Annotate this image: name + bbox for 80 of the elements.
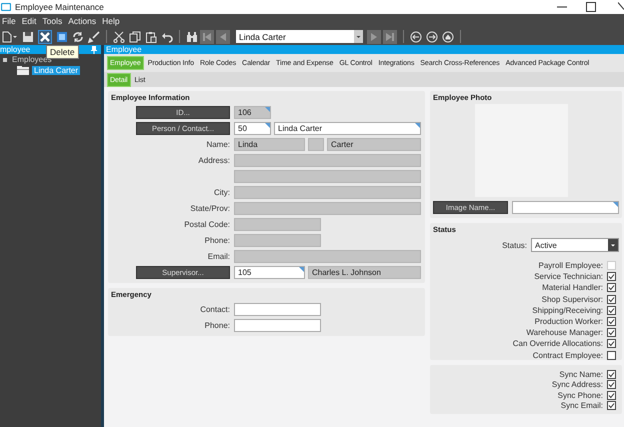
tooltip: Delete	[46, 45, 79, 59]
checkbox[interactable]	[607, 339, 616, 348]
checkbox-label: Contract Employee:	[532, 350, 603, 360]
app-icon	[1, 3, 11, 11]
status-dropdown[interactable]: Active	[531, 238, 619, 252]
checkbox-label: Can Override Allocations:	[512, 339, 603, 348]
checkbox[interactable]	[607, 370, 616, 379]
back-icon[interactable]	[410, 30, 422, 42]
save-icon[interactable]	[22, 30, 34, 42]
next-record-icon[interactable]	[367, 30, 381, 44]
input-field[interactable]	[512, 201, 619, 214]
field-label: Address:	[198, 156, 230, 164]
checkbox-label: Shop Supervisor:	[542, 294, 603, 304]
input-field[interactable]	[234, 318, 321, 332]
field-label: Postal Code:	[184, 220, 230, 228]
forward-icon[interactable]	[426, 30, 438, 42]
input-field[interactable]: Linda Carter	[274, 122, 421, 134]
corner-marker-icon	[265, 122, 270, 128]
checkbox-label: Warehouse Manager:	[526, 328, 603, 338]
input-field[interactable]: 105	[234, 266, 305, 278]
corner-marker-icon	[265, 106, 270, 112]
field-label: Email:	[208, 252, 230, 260]
home-icon[interactable]	[442, 30, 454, 42]
menu-item[interactable]: File	[2, 16, 16, 26]
field-label: Phone:	[204, 236, 230, 244]
copy-icon[interactable]	[129, 30, 141, 42]
record-search-field[interactable]: Linda Carter	[236, 30, 363, 43]
last-record-icon[interactable]	[383, 30, 397, 44]
checkbox[interactable]	[607, 350, 616, 360]
checkbox-label: Sync Address:	[552, 380, 603, 390]
undo-icon[interactable]	[161, 30, 173, 42]
checkbox-label: Shipping/Receiving:	[532, 306, 603, 315]
field-label: Status:	[502, 240, 527, 250]
brush-icon[interactable]	[88, 30, 100, 42]
checkbox[interactable]	[607, 328, 616, 338]
panel-title: Employee	[104, 45, 624, 54]
checkbox[interactable]	[607, 317, 616, 326]
field-label: State/Prov:	[190, 204, 230, 212]
input-field[interactable]	[234, 302, 321, 316]
new-document-icon[interactable]	[2, 30, 18, 42]
window-title: Employee Maintenance	[15, 2, 104, 12]
checkbox-label: Service Technician:	[534, 272, 603, 282]
checkbox-label: Payroll Employee:	[538, 261, 603, 270]
cut-icon[interactable]	[113, 30, 125, 42]
checkbox-label: Production Worker:	[534, 317, 603, 326]
menu-item[interactable]: Edit	[22, 16, 36, 26]
menu-item[interactable]: Actions	[68, 16, 96, 26]
field-label: City:	[214, 188, 230, 196]
checkbox-label: Material Handler:	[542, 283, 603, 292]
previous-record-icon[interactable]	[216, 30, 230, 44]
checkbox-label: Sync Phone:	[558, 390, 603, 400]
field-label: Contact:	[200, 304, 230, 314]
corner-marker-icon	[415, 122, 420, 128]
delete-icon[interactable]	[38, 30, 52, 44]
close-icon[interactable]	[618, 2, 624, 12]
document-icon[interactable]	[56, 30, 68, 42]
pin-icon[interactable]	[91, 46, 97, 54]
folder-icon	[17, 66, 29, 75]
menu-item[interactable]: Tools	[42, 16, 62, 26]
checkbox[interactable]	[607, 283, 616, 292]
checkbox[interactable]	[607, 380, 616, 390]
first-record-icon[interactable]	[200, 30, 214, 44]
corner-marker-icon	[299, 266, 304, 272]
field-label: Phone:	[204, 320, 230, 330]
checkbox-label: Sync Email:	[560, 401, 603, 410]
checkbox[interactable]	[607, 401, 616, 410]
paste-icon[interactable]	[145, 30, 157, 42]
checkbox[interactable]	[607, 294, 616, 304]
checkbox[interactable]	[607, 272, 616, 282]
expand-icon[interactable]	[3, 58, 7, 62]
menu-item[interactable]: Help	[102, 16, 120, 26]
checkbox[interactable]	[607, 306, 616, 315]
input-field[interactable]: 50	[234, 122, 271, 134]
binoculars-icon[interactable]	[186, 30, 198, 42]
checkbox-label: Sync Name:	[559, 370, 603, 379]
sidebar-title: mployee	[0, 45, 30, 54]
maximize-icon[interactable]	[586, 2, 596, 12]
refresh-icon[interactable]	[72, 30, 84, 42]
field-label: Name:	[206, 140, 230, 148]
checkbox[interactable]	[607, 390, 616, 400]
